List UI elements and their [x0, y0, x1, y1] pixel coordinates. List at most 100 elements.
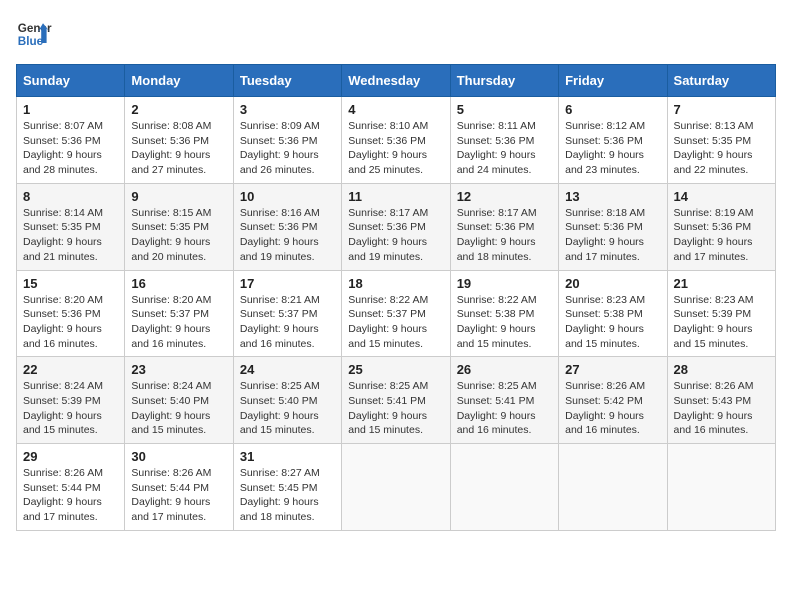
day-number: 12: [457, 189, 552, 204]
day-number: 14: [674, 189, 769, 204]
day-info: Sunrise: 8:23 AMSunset: 5:39 PMDaylight:…: [674, 293, 769, 352]
col-header-friday: Friday: [559, 65, 667, 97]
calendar-cell: 19Sunrise: 8:22 AMSunset: 5:38 PMDayligh…: [450, 270, 558, 357]
day-info: Sunrise: 8:20 AMSunset: 5:37 PMDaylight:…: [131, 293, 226, 352]
day-number: 30: [131, 449, 226, 464]
day-info: Sunrise: 8:24 AMSunset: 5:40 PMDaylight:…: [131, 379, 226, 438]
calendar-cell: 4 Sunrise: 8:10 AMSunset: 5:36 PMDaylight…: [342, 97, 450, 184]
calendar-cell: 3 Sunrise: 8:09 AMSunset: 5:36 PMDaylight…: [233, 97, 341, 184]
day-info: Sunrise: 8:21 AMSunset: 5:37 PMDaylight:…: [240, 293, 335, 352]
calendar-cell: 7 Sunrise: 8:13 AMSunset: 5:35 PMDaylight…: [667, 97, 775, 184]
day-number: 26: [457, 362, 552, 377]
calendar-cell: 13 Sunrise: 8:18 AMSunset: 5:36 PMDayligh…: [559, 183, 667, 270]
col-header-monday: Monday: [125, 65, 233, 97]
calendar-cell: 17 Sunrise: 8:21 AMSunset: 5:37 PMDayligh…: [233, 270, 341, 357]
logo: General Blue: [16, 16, 52, 52]
col-header-saturday: Saturday: [667, 65, 775, 97]
day-info: Sunrise: 8:26 AMSunset: 5:44 PMDaylight:…: [23, 466, 118, 525]
col-header-tuesday: Tuesday: [233, 65, 341, 97]
calendar-week-5: 29 Sunrise: 8:26 AMSunset: 5:44 PMDayligh…: [17, 444, 776, 531]
day-info: Sunrise: 8:23 AMSunset: 5:38 PMDaylight:…: [565, 293, 660, 352]
day-info: Sunrise: 8:22 AMSunset: 5:37 PMDaylight:…: [348, 293, 443, 352]
calendar-cell: [667, 444, 775, 531]
day-info: Sunrise: 8:20 AMSunset: 5:36 PMDaylight:…: [23, 293, 118, 352]
day-number: 22: [23, 362, 118, 377]
day-number: 29: [23, 449, 118, 464]
day-number: 6: [565, 102, 660, 117]
calendar-cell: 30 Sunrise: 8:26 AMSunset: 5:44 PMDayligh…: [125, 444, 233, 531]
calendar-cell: 22 Sunrise: 8:24 AMSunset: 5:39 PMDayligh…: [17, 357, 125, 444]
day-number: 21: [674, 276, 769, 291]
day-info: Sunrise: 8:15 AMSunset: 5:35 PMDaylight:…: [131, 206, 226, 265]
calendar-cell: [559, 444, 667, 531]
day-info: Sunrise: 8:08 AMSunset: 5:36 PMDaylight:…: [131, 119, 226, 178]
day-number: 5: [457, 102, 552, 117]
calendar-cell: 25 Sunrise: 8:25 AMSunset: 5:41 PMDayligh…: [342, 357, 450, 444]
calendar-cell: 12 Sunrise: 8:17 AMSunset: 5:36 PMDayligh…: [450, 183, 558, 270]
calendar-cell: 31 Sunrise: 8:27 AMSunset: 5:45 PMDayligh…: [233, 444, 341, 531]
day-number: 27: [565, 362, 660, 377]
svg-text:Blue: Blue: [18, 35, 44, 48]
day-info: Sunrise: 8:25 AMSunset: 5:41 PMDaylight:…: [348, 379, 443, 438]
day-number: 20: [565, 276, 660, 291]
calendar-week-1: 1 Sunrise: 8:07 AMSunset: 5:36 PMDaylight…: [17, 97, 776, 184]
day-info: Sunrise: 8:10 AMSunset: 5:36 PMDaylight:…: [348, 119, 443, 178]
calendar-cell: 21 Sunrise: 8:23 AMSunset: 5:39 PMDayligh…: [667, 270, 775, 357]
calendar-cell: [450, 444, 558, 531]
col-header-thursday: Thursday: [450, 65, 558, 97]
calendar-week-4: 22 Sunrise: 8:24 AMSunset: 5:39 PMDayligh…: [17, 357, 776, 444]
day-number: 24: [240, 362, 335, 377]
day-info: Sunrise: 8:18 AMSunset: 5:36 PMDaylight:…: [565, 206, 660, 265]
day-info: Sunrise: 8:14 AMSunset: 5:35 PMDaylight:…: [23, 206, 118, 265]
day-number: 28: [674, 362, 769, 377]
day-number: 2: [131, 102, 226, 117]
day-info: Sunrise: 8:25 AMSunset: 5:40 PMDaylight:…: [240, 379, 335, 438]
day-info: Sunrise: 8:27 AMSunset: 5:45 PMDaylight:…: [240, 466, 335, 525]
day-info: Sunrise: 8:25 AMSunset: 5:41 PMDaylight:…: [457, 379, 552, 438]
day-number: 13: [565, 189, 660, 204]
day-info: Sunrise: 8:26 AMSunset: 5:42 PMDaylight:…: [565, 379, 660, 438]
calendar-week-2: 8 Sunrise: 8:14 AMSunset: 5:35 PMDaylight…: [17, 183, 776, 270]
calendar-cell: 5 Sunrise: 8:11 AMSunset: 5:36 PMDaylight…: [450, 97, 558, 184]
day-number: 1: [23, 102, 118, 117]
day-number: 10: [240, 189, 335, 204]
day-info: Sunrise: 8:07 AMSunset: 5:36 PMDaylight:…: [23, 119, 118, 178]
day-number: 31: [240, 449, 335, 464]
day-info: Sunrise: 8:11 AMSunset: 5:36 PMDaylight:…: [457, 119, 552, 178]
day-info: Sunrise: 8:19 AMSunset: 5:36 PMDaylight:…: [674, 206, 769, 265]
day-number: 9: [131, 189, 226, 204]
day-info: Sunrise: 8:24 AMSunset: 5:39 PMDaylight:…: [23, 379, 118, 438]
calendar-week-3: 15 Sunrise: 8:20 AMSunset: 5:36 PMDayligh…: [17, 270, 776, 357]
day-number: 18: [348, 276, 443, 291]
calendar-cell: 1 Sunrise: 8:07 AMSunset: 5:36 PMDaylight…: [17, 97, 125, 184]
calendar-cell: 6 Sunrise: 8:12 AMSunset: 5:36 PMDaylight…: [559, 97, 667, 184]
calendar-cell: 23 Sunrise: 8:24 AMSunset: 5:40 PMDayligh…: [125, 357, 233, 444]
day-number: 4: [348, 102, 443, 117]
calendar-cell: 26 Sunrise: 8:25 AMSunset: 5:41 PMDayligh…: [450, 357, 558, 444]
calendar-cell: 20 Sunrise: 8:23 AMSunset: 5:38 PMDayligh…: [559, 270, 667, 357]
day-number: 17: [240, 276, 335, 291]
calendar-cell: [342, 444, 450, 531]
calendar-cell: 9 Sunrise: 8:15 AMSunset: 5:35 PMDaylight…: [125, 183, 233, 270]
day-number: 7: [674, 102, 769, 117]
day-number: 16: [131, 276, 226, 291]
day-info: Sunrise: 8:26 AMSunset: 5:44 PMDaylight:…: [131, 466, 226, 525]
calendar-cell: 15 Sunrise: 8:20 AMSunset: 5:36 PMDayligh…: [17, 270, 125, 357]
day-number: 15: [23, 276, 118, 291]
calendar-cell: 10Sunrise: 8:16 AMSunset: 5:36 PMDayligh…: [233, 183, 341, 270]
day-info: Sunrise: 8:09 AMSunset: 5:36 PMDaylight:…: [240, 119, 335, 178]
day-number: 23: [131, 362, 226, 377]
day-number: 11: [348, 189, 443, 204]
day-number: 8: [23, 189, 118, 204]
day-info: Sunrise: 8:17 AMSunset: 5:36 PMDaylight:…: [457, 206, 552, 265]
calendar-table: SundayMondayTuesdayWednesdayThursdayFrid…: [16, 64, 776, 531]
day-number: 25: [348, 362, 443, 377]
day-number: 3: [240, 102, 335, 117]
day-info: Sunrise: 8:12 AMSunset: 5:36 PMDaylight:…: [565, 119, 660, 178]
calendar-cell: 27 Sunrise: 8:26 AMSunset: 5:42 PMDayligh…: [559, 357, 667, 444]
page-header: General Blue: [16, 16, 776, 52]
calendar-cell: 16 Sunrise: 8:20 AMSunset: 5:37 PMDayligh…: [125, 270, 233, 357]
calendar-cell: 24 Sunrise: 8:25 AMSunset: 5:40 PMDayligh…: [233, 357, 341, 444]
day-info: Sunrise: 8:13 AMSunset: 5:35 PMDaylight:…: [674, 119, 769, 178]
col-header-wednesday: Wednesday: [342, 65, 450, 97]
